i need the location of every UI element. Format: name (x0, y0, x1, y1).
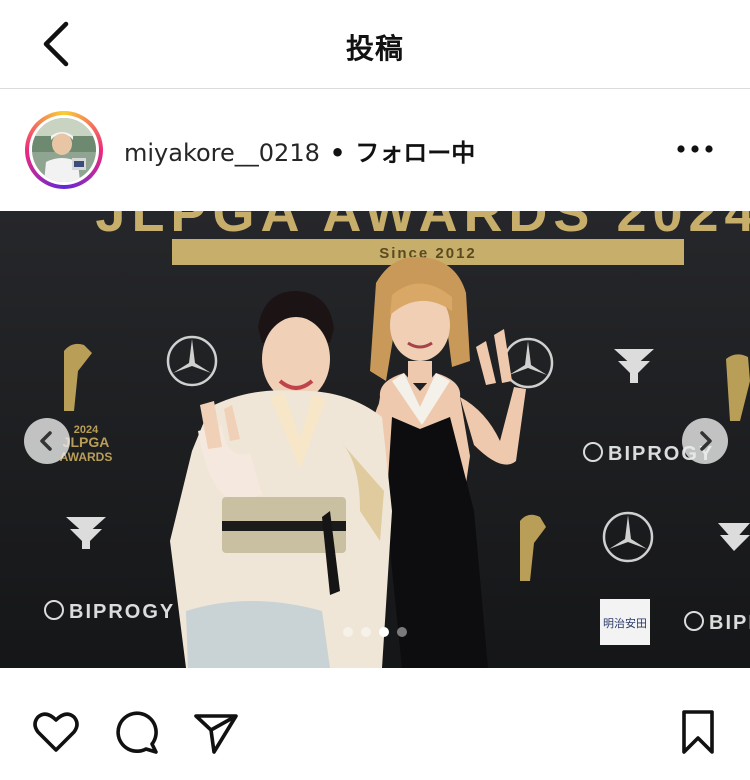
svg-text:BIPROGY: BIPROGY (69, 601, 175, 623)
separator-dot: • (329, 139, 346, 167)
bookmark-icon[interactable] (672, 706, 724, 758)
post-image[interactable]: JLPGA AWARDS 2024 Since 2012 2024 JLPGA … (0, 211, 750, 668)
chevron-left-circle-icon[interactable] (24, 418, 70, 464)
top-bar: 投稿 (0, 0, 750, 89)
comment-icon[interactable] (110, 706, 162, 758)
avatar (32, 118, 96, 182)
carousel-dot[interactable] (361, 627, 371, 637)
photo-scene: JLPGA AWARDS 2024 Since 2012 2024 JLPGA … (0, 211, 750, 668)
action-bar (0, 668, 750, 780)
send-icon[interactable] (190, 706, 242, 758)
username-link[interactable]: miyakore__0218 (124, 139, 320, 167)
carousel-dot[interactable] (343, 627, 353, 637)
carousel-dot-active[interactable] (379, 627, 389, 637)
heart-icon[interactable] (30, 706, 82, 758)
more-horizontal-icon[interactable] (672, 135, 718, 163)
award-logo-awards: AWARDS (60, 450, 113, 464)
avatar-story-ring[interactable] (25, 111, 103, 189)
username-line: miyakore__0218 • フォロー中 (124, 133, 475, 168)
carousel-dot[interactable] (397, 627, 407, 637)
carousel-dots (0, 627, 750, 637)
page-title: 投稿 (345, 32, 404, 65)
backdrop-title: JLPGA AWARDS 2024 (95, 211, 750, 243)
following-button[interactable]: フォロー中 (355, 139, 475, 167)
meiji-yasuda-logo: 明治安田 (600, 599, 650, 645)
post-header: miyakore__0218 • フォロー中 (0, 89, 750, 210)
chevron-right-circle-icon[interactable] (682, 418, 728, 464)
